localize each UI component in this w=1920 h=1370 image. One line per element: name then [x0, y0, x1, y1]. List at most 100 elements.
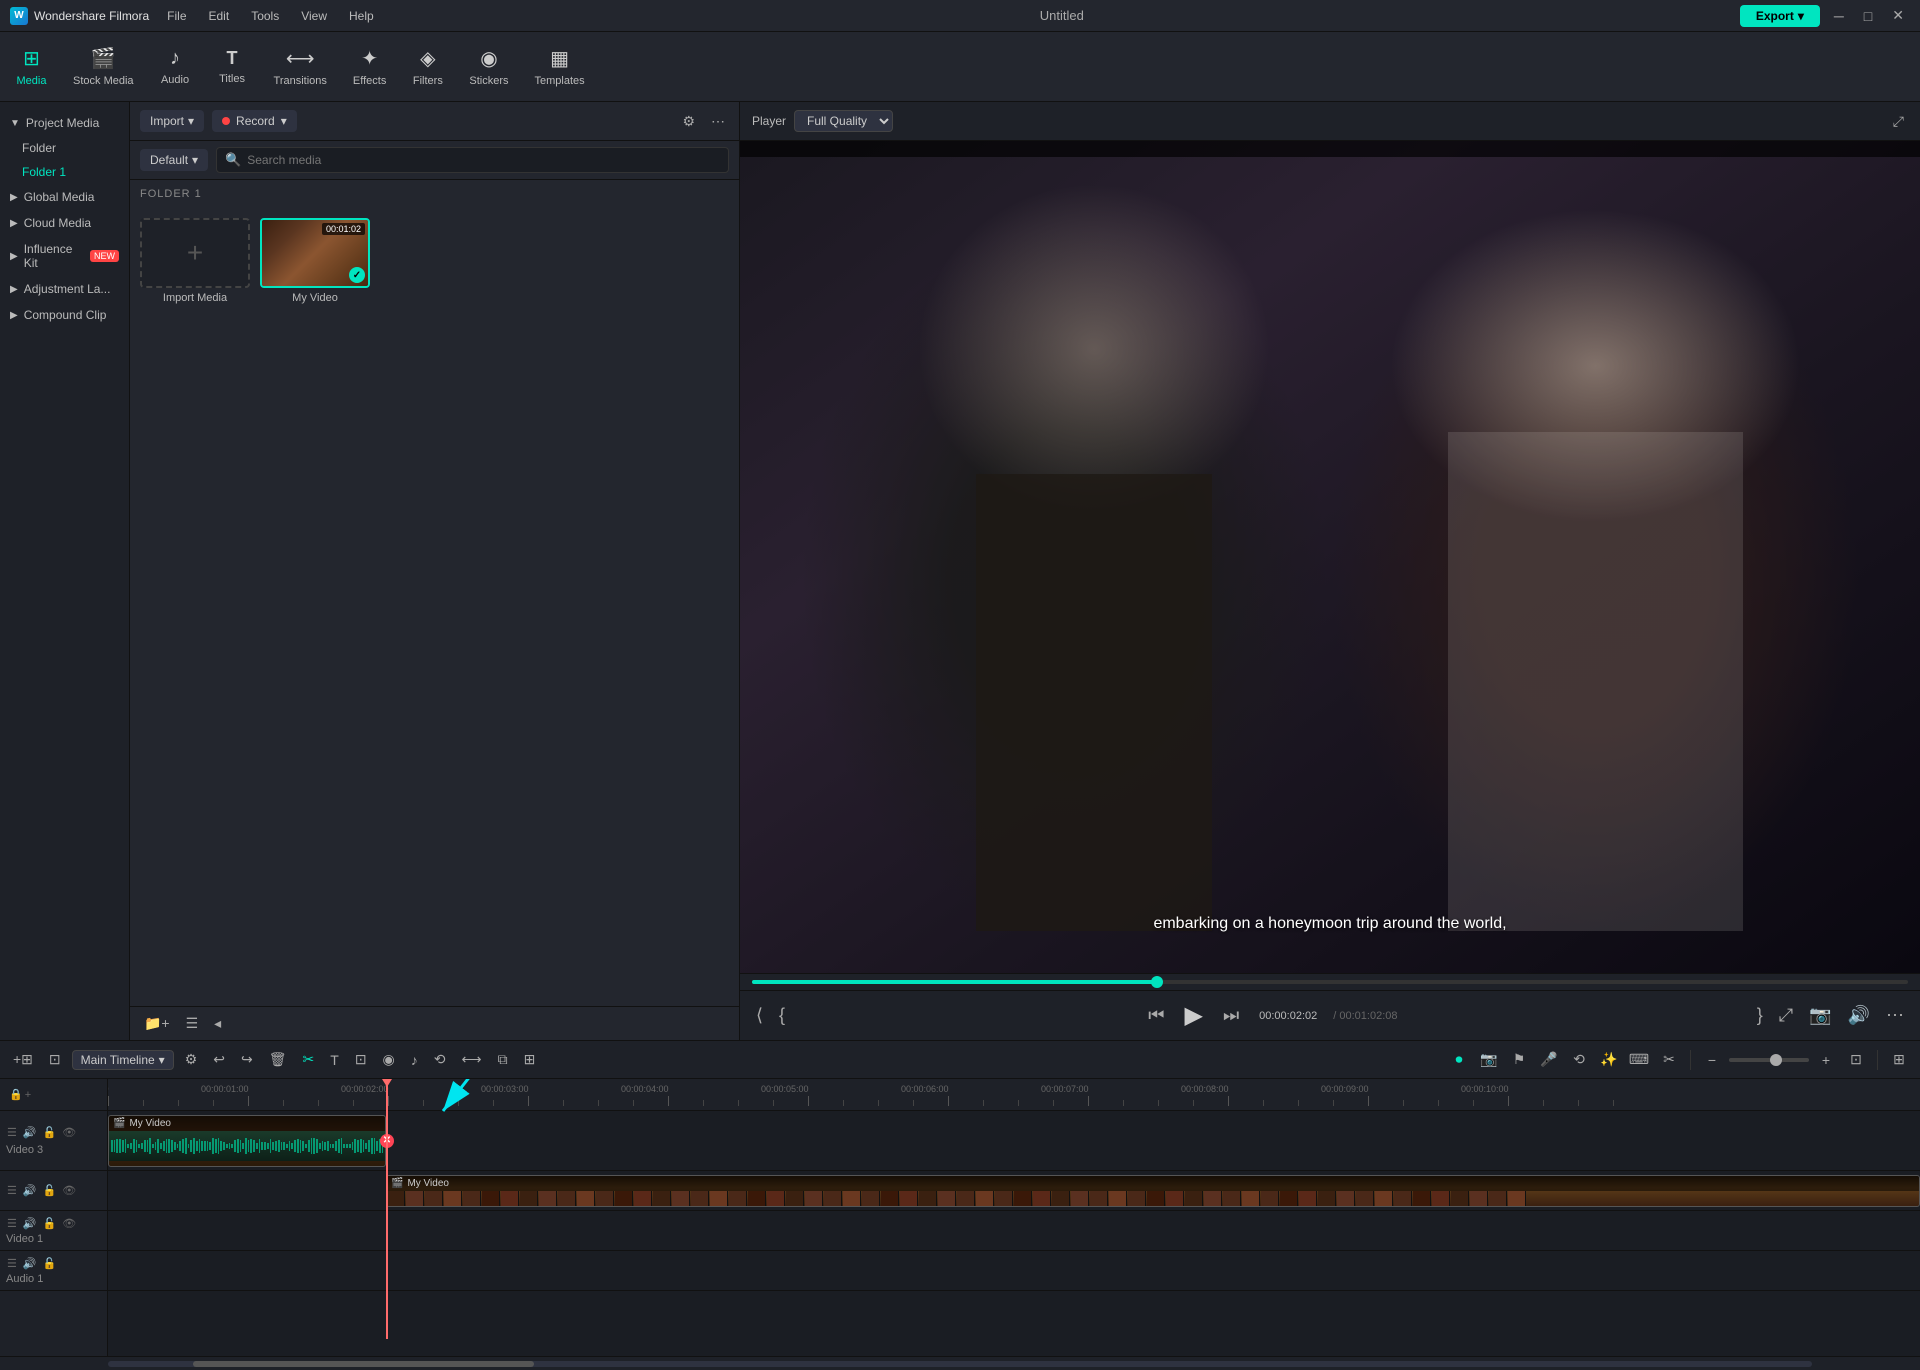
record-btn-tl[interactable]: ⏺ — [1446, 1047, 1472, 1073]
cloud-media-header[interactable]: ▶ Cloud Media — [0, 210, 129, 236]
camera-btn-tl[interactable]: 📷 — [1476, 1047, 1502, 1073]
track-lock-video1[interactable]: 🔓 — [42, 1216, 58, 1231]
track-lock-audio1[interactable]: 🔓 — [42, 1256, 58, 1271]
ai-btn-tl[interactable]: ✨ — [1596, 1047, 1622, 1073]
audio-btn[interactable]: ♪ — [406, 1049, 423, 1071]
redo-button[interactable]: ↪ — [236, 1048, 258, 1071]
voice-btn-tl[interactable]: 🎤 — [1536, 1047, 1562, 1073]
frame-back-button[interactable]: ⟨ — [752, 1001, 767, 1030]
clip-video2-main[interactable]: 🎬 My Video — [386, 1175, 1920, 1207]
track-mute-video1[interactable]: 🔊 — [22, 1216, 38, 1231]
record-button[interactable]: Record ▾ — [212, 110, 297, 132]
lock-tracks-button[interactable]: 🔒 — [8, 1087, 24, 1102]
add-track-header-button[interactable]: + — [24, 1088, 32, 1102]
scrollbar-track[interactable] — [108, 1361, 1812, 1367]
export-button[interactable]: Export ▾ — [1740, 5, 1820, 27]
toolbar-item-audio[interactable]: ♪ Audio — [148, 41, 203, 92]
track-mute-video2[interactable]: 🔊 — [22, 1183, 38, 1198]
track-toggle-audio1[interactable]: ☰ — [6, 1256, 18, 1271]
timeline-settings-button[interactable]: ⚙ — [180, 1048, 203, 1071]
copy-btn[interactable]: ⧉ — [493, 1048, 513, 1071]
scrollbar-thumb[interactable] — [193, 1361, 534, 1367]
filter-icon-button[interactable]: ⚙ — [678, 111, 699, 132]
track-mute-audio1[interactable]: 🔊 — [22, 1256, 38, 1271]
more-preview-button[interactable]: ⋯ — [1882, 1001, 1908, 1030]
track-toggle-video2[interactable]: ☰ — [6, 1183, 18, 1198]
fullscreen-button[interactable]: ⤢ — [1775, 1001, 1797, 1030]
group-btn[interactable]: ⊞ — [519, 1048, 541, 1071]
playback-progress-bar[interactable] — [752, 980, 1908, 984]
menu-tools[interactable]: Tools — [241, 7, 289, 25]
zoom-slider[interactable] — [1729, 1058, 1809, 1062]
list-view-button[interactable]: ☰ — [182, 1013, 203, 1034]
my-video-thumb[interactable]: 00:01:02 ✓ — [260, 218, 370, 288]
snapshot-button[interactable]: 📷 — [1805, 1001, 1835, 1030]
add-folder-button[interactable]: 📁+ — [140, 1013, 174, 1034]
crop-button[interactable]: ⊡ — [350, 1048, 372, 1071]
track-toggle-video3[interactable]: ☰ — [6, 1125, 18, 1140]
search-input[interactable] — [247, 153, 720, 167]
mark-in-button[interactable]: { — [775, 1001, 789, 1030]
track-eye-video1[interactable]: 👁 — [61, 1216, 77, 1231]
toolbar-item-stock-media[interactable]: 🎬 Stock Media — [61, 40, 146, 93]
track-toggle-video1[interactable]: ☰ — [6, 1216, 18, 1231]
sync-btn-tl[interactable]: ⟲ — [1566, 1047, 1592, 1073]
menu-edit[interactable]: Edit — [199, 7, 240, 25]
zoom-in-btn[interactable]: + — [1813, 1047, 1839, 1073]
volume-button[interactable]: 🔊 — [1844, 1001, 1874, 1030]
import-button[interactable]: Import ▾ — [140, 110, 204, 132]
add-track-button[interactable]: +⊞ — [8, 1048, 38, 1071]
text-button[interactable]: T — [325, 1049, 344, 1071]
delete-button[interactable]: 🗑 — [264, 1048, 292, 1071]
zoom-out-btn[interactable]: − — [1699, 1047, 1725, 1073]
toolbar-item-templates[interactable]: ▦ Templates — [522, 40, 596, 93]
play-pause-button[interactable]: ▶ — [1180, 997, 1206, 1034]
import-media-item[interactable]: + Import Media — [140, 218, 250, 996]
playback-thumb[interactable] — [1151, 976, 1163, 988]
mark-out-button[interactable]: } — [1753, 1001, 1767, 1030]
track-eye-video2[interactable]: 👁 — [61, 1183, 77, 1198]
clip-video3-a[interactable]: 🎬 My Video — [108, 1115, 386, 1167]
toolbar-item-transitions[interactable]: ⟷ Transitions — [262, 40, 339, 93]
minimize-button[interactable]: ─ — [1828, 6, 1850, 26]
toolbar-item-titles[interactable]: T Titles — [205, 42, 260, 91]
adjustment-la-header[interactable]: ▶ Adjustment La... — [0, 276, 129, 302]
transition-btn[interactable]: ⟷ — [457, 1048, 487, 1071]
my-video-item[interactable]: 00:01:02 ✓ My Video — [260, 218, 370, 996]
track-lock-video3[interactable]: 🔓 — [42, 1125, 58, 1140]
grid-view-btn[interactable]: ⊞ — [1886, 1047, 1912, 1073]
timeline-name-select[interactable]: Main Timeline ▾ — [72, 1050, 174, 1070]
toolbar-item-stickers[interactable]: ◉ Stickers — [457, 40, 520, 93]
more-options-button[interactable]: ⋯ — [707, 111, 729, 132]
menu-file[interactable]: File — [157, 7, 196, 25]
toolbar-item-media[interactable]: ⊞ Media — [4, 40, 59, 93]
influence-kit-header[interactable]: ▶ Influence Kit NEW — [0, 236, 129, 276]
track-lock-video2[interactable]: 🔓 — [42, 1183, 58, 1198]
toolbar-item-filters[interactable]: ◈ Filters — [400, 40, 455, 93]
maximize-button[interactable]: □ — [1858, 6, 1878, 26]
import-thumb[interactable]: + — [140, 218, 250, 288]
step-forward-button[interactable]: ⏭ — [1219, 1001, 1243, 1030]
project-media-header[interactable]: ▼ Project Media — [0, 110, 129, 136]
marker-btn-tl[interactable]: ⚑ — [1506, 1047, 1532, 1073]
sidebar-item-folder1[interactable]: Folder 1 — [0, 160, 129, 184]
quality-select[interactable]: Full Quality — [794, 110, 893, 132]
speed-button[interactable]: ⟲ — [429, 1048, 451, 1071]
menu-help[interactable]: Help — [339, 7, 384, 25]
compound-clip-header[interactable]: ▶ Compound Clip — [0, 302, 129, 328]
subtitle-btn-tl[interactable]: ⌨ — [1626, 1047, 1652, 1073]
cut-btn-tl[interactable]: ✂ — [1656, 1047, 1682, 1073]
color-button[interactable]: ◉ — [378, 1048, 400, 1071]
preview-settings-button[interactable]: ⤢ — [1889, 111, 1908, 132]
track-mute-video3[interactable]: 🔊 — [22, 1125, 38, 1140]
default-view-button[interactable]: Default ▾ — [140, 149, 208, 171]
track-eye-video3[interactable]: 👁 — [61, 1125, 77, 1140]
toolbar-item-effects[interactable]: ✦ Effects — [341, 40, 398, 93]
sidebar-item-folder[interactable]: Folder — [0, 136, 129, 160]
global-media-header[interactable]: ▶ Global Media — [0, 184, 129, 210]
menu-view[interactable]: View — [291, 7, 337, 25]
collapse-panel-button[interactable]: ◂ — [210, 1013, 225, 1034]
snap-button[interactable]: ⊡ — [44, 1048, 66, 1071]
fit-btn[interactable]: ⊡ — [1843, 1047, 1869, 1073]
step-back-button[interactable]: ⏮ — [1144, 1001, 1168, 1030]
